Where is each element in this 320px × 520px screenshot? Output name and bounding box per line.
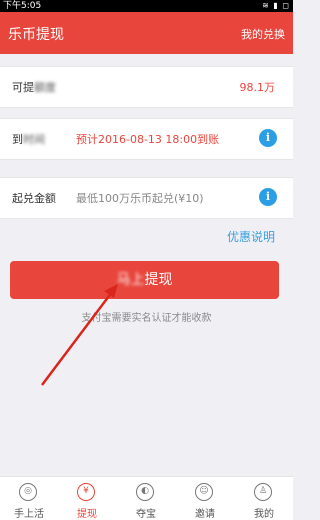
- tab-profile[interactable]: ♙ 我的: [235, 477, 293, 520]
- tab-profile-label: 我的: [254, 509, 274, 520]
- annotation-arrow: [41, 284, 118, 386]
- yuan-icon: ¥: [77, 483, 95, 501]
- tab-treasure-label: 夺宝: [136, 509, 156, 520]
- invite-icon: ☺: [195, 483, 213, 501]
- tab-home[interactable]: ◎ 手上活: [0, 477, 58, 520]
- tab-treasure[interactable]: ◐ 夺宝: [117, 477, 175, 520]
- profile-icon: ♙: [254, 483, 272, 501]
- tab-home-label: 手上活: [14, 509, 44, 520]
- tab-withdraw-label: 提现: [77, 509, 97, 520]
- tab-invite-label: 邀请: [195, 509, 215, 520]
- tab-invite[interactable]: ☺ 邀请: [176, 477, 234, 520]
- tab-withdraw[interactable]: ¥ 提现: [58, 477, 116, 520]
- home-icon: ◎: [19, 483, 37, 501]
- bottom-tab-bar: ◎ 手上活 ¥ 提现 ◐ 夺宝 ☺ 邀请 ♙ 我的: [0, 476, 293, 520]
- treasure-icon: ◐: [136, 483, 154, 501]
